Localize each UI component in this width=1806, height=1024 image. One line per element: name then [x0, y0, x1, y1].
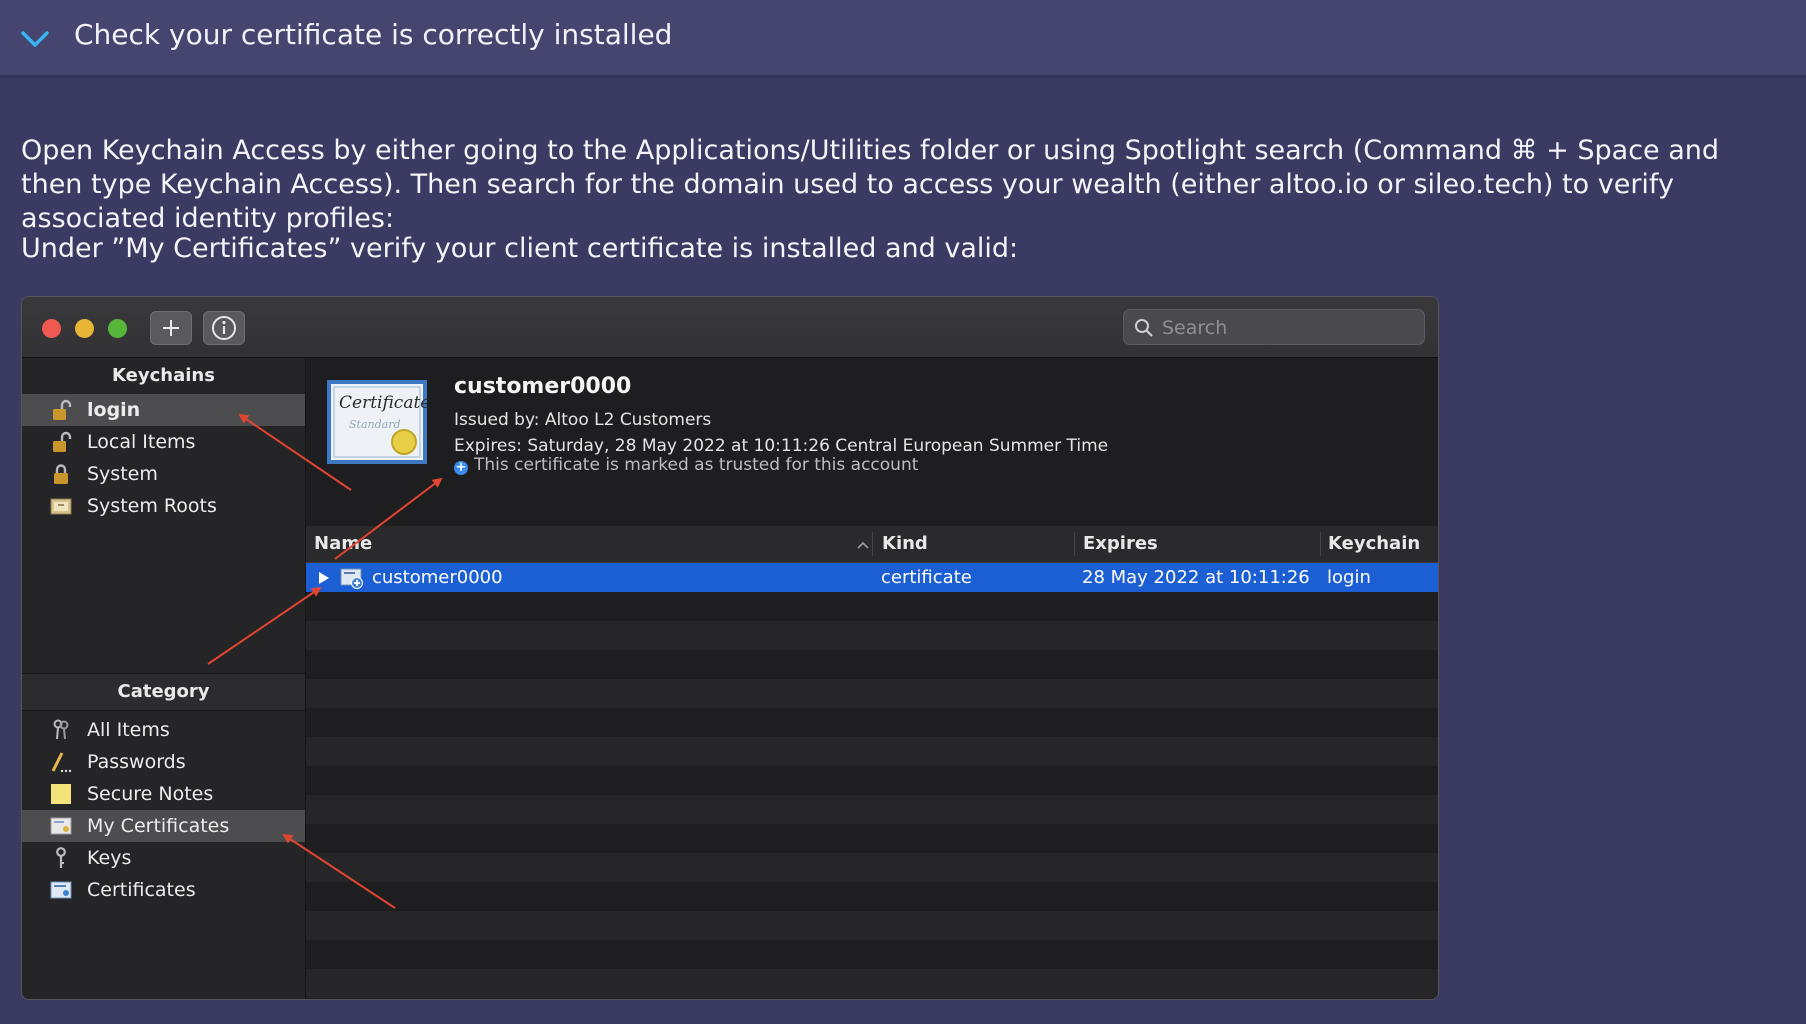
unlocked-padlock-icon	[53, 399, 72, 420]
sidebar-item-label: Local Items	[87, 431, 196, 453]
empty-row	[306, 882, 1438, 911]
sidebar-item-label: login	[87, 399, 141, 421]
trusted-status-text: This certificate is marked as trusted fo…	[474, 455, 919, 475]
info-icon	[212, 316, 236, 340]
sidebar-item-label: Passwords	[87, 751, 186, 773]
sidebar-item-label: Secure Notes	[87, 783, 214, 805]
certificate-issued-by: Issued by: Altoo L2 Customers	[454, 410, 712, 430]
sidebar-item-keys[interactable]: Keys	[22, 842, 305, 874]
plus-badge-icon: +	[454, 460, 468, 475]
column-header-name[interactable]: Name	[314, 526, 372, 562]
empty-row	[306, 853, 1438, 882]
sidebar-item-local-items[interactable]: Local Items	[22, 426, 305, 458]
keys-icon	[53, 719, 69, 740]
certificate-expires: Expires: Saturday, 28 May 2022 at 10:11:…	[454, 436, 1109, 456]
table-header: Name Kind Expires Keychain	[306, 526, 1438, 563]
pencil-icon	[51, 752, 72, 773]
key-icon	[56, 847, 66, 868]
note-icon	[51, 784, 71, 804]
search-icon	[1135, 319, 1153, 337]
info-button[interactable]	[203, 311, 245, 345]
empty-row	[306, 737, 1438, 766]
certificate-detail: Certificate Standard customer0000 Issued…	[306, 358, 1438, 527]
sidebar-item-label: All Items	[87, 719, 170, 741]
sidebar-item-label: Keys	[87, 847, 132, 869]
sidebar-item-secure-notes[interactable]: Secure Notes	[22, 778, 305, 810]
empty-row	[306, 824, 1438, 853]
empty-row	[306, 708, 1438, 737]
sidebar-item-label: Certificates	[87, 879, 196, 901]
column-separator[interactable]	[1074, 532, 1075, 556]
cell-kind: certificate	[881, 567, 972, 588]
unlocked-padlock-icon	[53, 431, 72, 452]
add-button[interactable]	[150, 311, 192, 345]
sidebar-item-all-items[interactable]: All Items	[22, 714, 305, 746]
disclosure-triangle-icon[interactable]	[318, 571, 330, 585]
sidebar-item-login[interactable]: login	[22, 394, 305, 426]
cabinet-icon	[50, 498, 72, 515]
keychain-access-window: Keychains login Local Items System	[21, 296, 1439, 1000]
zoom-window-button[interactable]	[108, 319, 127, 338]
keychains-header: Keychains	[112, 365, 215, 386]
column-separator[interactable]	[872, 532, 873, 556]
cert-image-title: Certificate	[339, 393, 427, 413]
empty-row	[306, 592, 1438, 621]
certificate-image-icon: Certificate Standard	[327, 380, 427, 464]
cell-keychain: login	[1327, 567, 1371, 588]
empty-row	[306, 795, 1438, 824]
search-input[interactable]	[1160, 314, 1414, 342]
certificate-row-icon	[340, 568, 363, 589]
close-window-button[interactable]	[42, 319, 61, 338]
sidebar-item-system-roots[interactable]: System Roots	[22, 490, 305, 522]
category-header: Category	[22, 674, 305, 711]
sidebar-item-my-certificates[interactable]: My Certificates	[22, 810, 305, 842]
my-certificate-icon	[50, 817, 72, 835]
cert-image-subtitle: Standard	[349, 418, 401, 431]
sidebar-item-certificates[interactable]: Certificates	[22, 874, 305, 906]
cell-name: customer0000	[372, 567, 503, 588]
certificate-icon	[50, 881, 72, 899]
column-header-kind[interactable]: Kind	[882, 526, 928, 562]
column-header-expires[interactable]: Expires	[1083, 526, 1158, 562]
accordion-header[interactable]: Check your certificate is correctly inst…	[0, 0, 1806, 78]
sidebar-item-label: System	[87, 463, 158, 485]
cell-expires: 28 May 2022 at 10:11:26	[1082, 567, 1310, 588]
sidebar-item-label: My Certificates	[87, 815, 230, 837]
empty-row	[306, 940, 1438, 969]
chevron-down-icon[interactable]	[20, 28, 50, 50]
search-field[interactable]	[1123, 309, 1425, 345]
column-separator[interactable]	[1320, 532, 1321, 556]
empty-row	[306, 650, 1438, 679]
empty-row	[306, 911, 1438, 940]
instructions-paragraph: Open Keychain Access by either going to …	[21, 135, 1720, 234]
certificate-name: customer0000	[454, 374, 632, 399]
trusted-status: + This certificate is marked as trusted f…	[454, 455, 918, 475]
minimize-window-button[interactable]	[75, 319, 94, 338]
empty-row	[306, 621, 1438, 650]
window-titlebar	[22, 297, 1438, 358]
sidebar-item-system[interactable]: System	[22, 458, 305, 490]
sidebar: Keychains login Local Items System Syste…	[22, 358, 306, 999]
locked-padlock-icon	[54, 464, 68, 484]
sidebar-item-passwords[interactable]: Passwords	[22, 746, 305, 778]
sort-ascending-icon[interactable]	[856, 540, 870, 550]
plus-icon	[163, 320, 179, 336]
main-pane: Certificate Standard customer0000 Issued…	[306, 358, 1438, 999]
sidebar-item-label: System Roots	[87, 495, 217, 517]
empty-row	[306, 679, 1438, 708]
empty-row	[306, 766, 1438, 795]
instructions-paragraph-2: Under ”My Certificates” verify your clie…	[21, 233, 1019, 264]
table-row[interactable]: customer0000 certificate 28 May 2022 at …	[306, 563, 1438, 592]
empty-row	[306, 969, 1438, 998]
column-header-keychain[interactable]: Keychain	[1328, 526, 1420, 562]
accordion-title[interactable]: Check your certificate is correctly inst…	[74, 18, 672, 51]
